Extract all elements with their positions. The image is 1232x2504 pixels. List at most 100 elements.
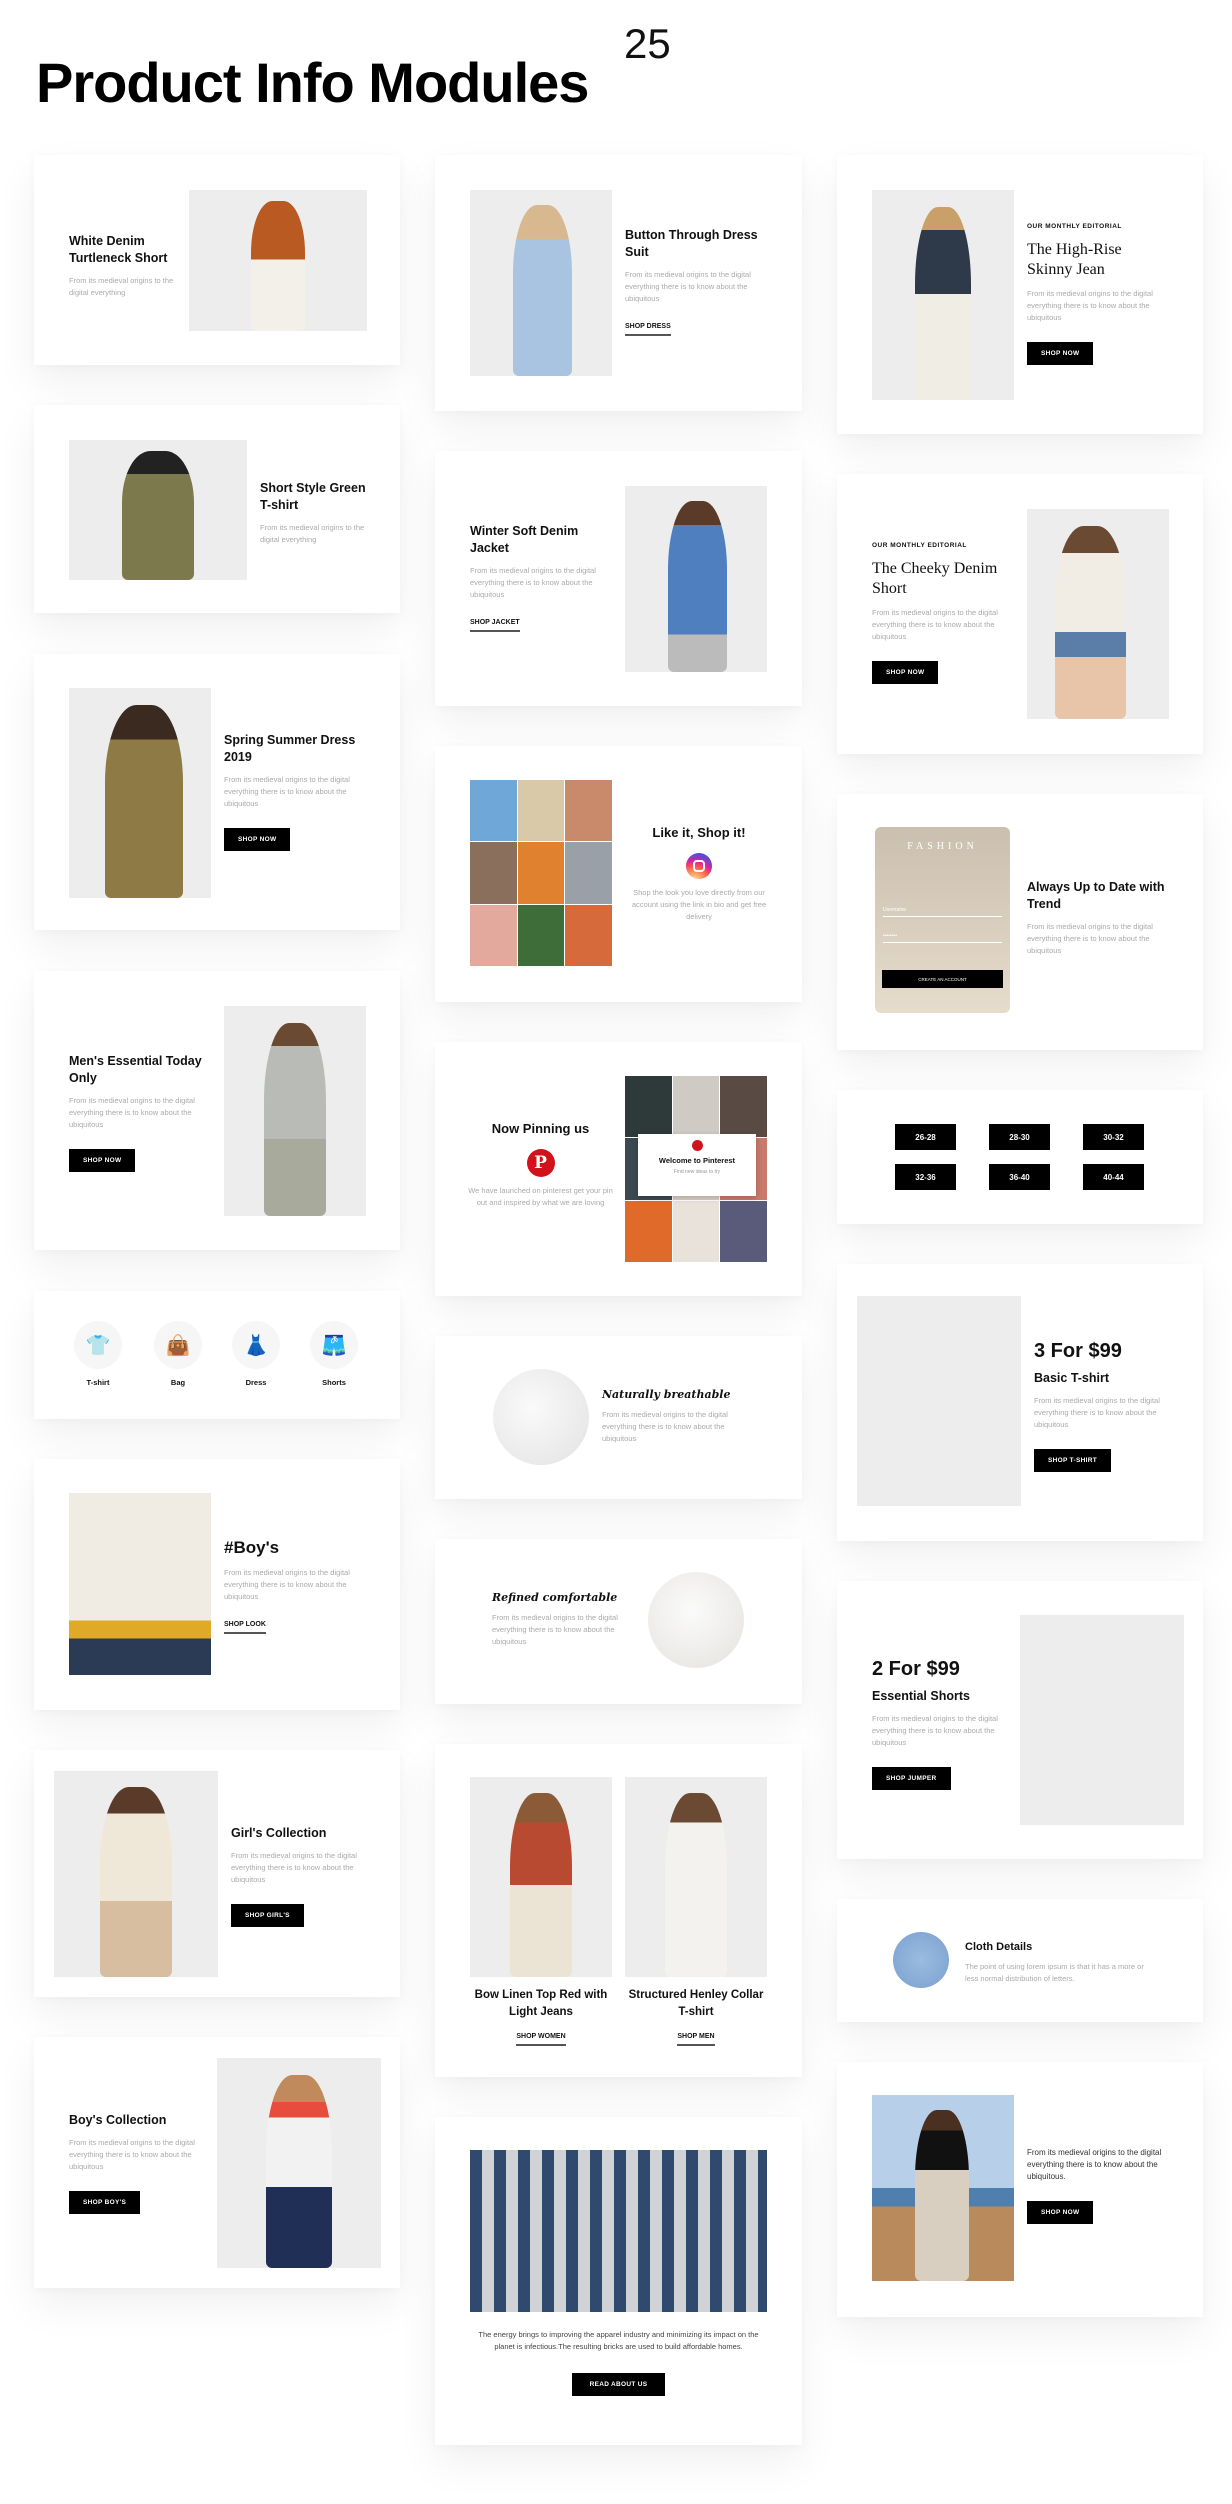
- size-option[interactable]: 26-28: [895, 1124, 956, 1150]
- product-image[interactable]: [224, 1006, 366, 1216]
- product-image[interactable]: [69, 1493, 211, 1675]
- price-headline: 2 For $99: [872, 1658, 960, 1680]
- card-title: Girl's Collection: [231, 1826, 327, 1840]
- product-image[interactable]: [625, 486, 767, 672]
- shop-dress-link[interactable]: SHOP DRESS: [625, 323, 671, 336]
- size-option[interactable]: 36-40: [989, 1164, 1050, 1190]
- card-desc: From its medieval origins to the digital…: [224, 775, 350, 808]
- card-denim-jacket: Winter Soft Denim Jacket From its mediev…: [435, 451, 802, 706]
- mock-create-account: CREATE AN ACCOUNT: [882, 970, 1003, 988]
- product-image[interactable]: [872, 190, 1014, 400]
- price-headline: 3 For $99: [1034, 1340, 1122, 1362]
- card-title: White Denim Turtleneck Short: [69, 234, 168, 265]
- card-green-tshirt: Short Style Green T-shirt From its medie…: [34, 405, 400, 613]
- card-desc: From its medieval origins to the digital…: [602, 1410, 728, 1443]
- product-image[interactable]: [54, 1771, 218, 1977]
- product-image[interactable]: [872, 2095, 1014, 2281]
- card-title: Naturally breathable: [602, 1388, 731, 1401]
- t-shirt-icon[interactable]: 👕: [74, 1321, 122, 1369]
- card-dual-products: Bow Linen Top Red with Light Jeans SHOP …: [435, 1744, 802, 2077]
- shop-now-button[interactable]: SHOP NOW: [1027, 342, 1094, 365]
- card-mens-essential: Men's Essential Today Only From its medi…: [34, 971, 400, 1250]
- mock-brand: FASHION: [907, 841, 978, 852]
- card-desc: We have launched on pinterest get your p…: [468, 1186, 613, 1207]
- card-title: Cloth Details: [965, 1941, 1033, 1953]
- category-label[interactable]: Shorts: [304, 1378, 364, 1387]
- shop-now-button[interactable]: SHOP NOW: [1027, 2201, 1094, 2224]
- product-image[interactable]: [69, 440, 247, 580]
- card-desc: From its medieval origins to the digital…: [231, 1851, 357, 1884]
- product-image[interactable]: [189, 190, 367, 331]
- card-button-dress: Button Through Dress Suit From its medie…: [435, 155, 802, 411]
- denim-swatch: [893, 1932, 949, 1988]
- card-desc: From its medieval origins to the digital…: [69, 2138, 195, 2171]
- product-image[interactable]: [857, 1296, 1021, 1506]
- popup-subtitle: Find new ideas to try: [673, 1169, 721, 1175]
- card-title: Men's Essential Today Only: [69, 1054, 202, 1085]
- card-white-denim: White Denim Turtleneck Short From its me…: [34, 155, 400, 365]
- dress-icon[interactable]: 👗: [232, 1321, 280, 1369]
- bag-icon[interactable]: 👜: [154, 1321, 202, 1369]
- card-title: Spring Summer Dress 2019: [224, 733, 356, 764]
- card-always-trend: FASHION Username •••••••• CREATE AN ACCO…: [837, 794, 1203, 1050]
- read-about-us-button[interactable]: READ ABOUT US: [571, 2373, 666, 2396]
- card-desc: From its medieval origins to the digital…: [625, 270, 751, 303]
- card-title: Essential Shorts: [872, 1689, 970, 1703]
- size-option[interactable]: 32-36: [895, 1164, 956, 1190]
- size-option[interactable]: 30-32: [1083, 1124, 1144, 1150]
- size-option[interactable]: 28-30: [989, 1124, 1050, 1150]
- card-desc: From its medieval origins to the digital…: [1027, 289, 1153, 322]
- product-image[interactable]: [1020, 1615, 1184, 1825]
- shop-look-link[interactable]: SHOP LOOK: [224, 1621, 266, 1634]
- module-count: 25: [624, 20, 671, 67]
- card-desc: From its medieval origins to the digital…: [1027, 922, 1153, 955]
- card-cloth-details: Cloth Details The point of using lorem i…: [837, 1899, 1203, 2022]
- fabric-image: [648, 1572, 744, 1668]
- shop-tshirt-button[interactable]: SHOP T-SHIRT: [1034, 1449, 1111, 1472]
- page-title: Product Info Modules: [36, 51, 589, 114]
- shop-jacket-link[interactable]: SHOP JACKET: [470, 619, 520, 632]
- card-girls-collection: Girl's Collection From its medieval orig…: [34, 1750, 400, 1997]
- popup-title: Welcome to Pinterest: [658, 1156, 736, 1165]
- card-desc: From its medieval origins to the digital…: [1034, 1396, 1160, 1429]
- fashion-app-mockup: FASHION Username •••••••• CREATE AN ACCO…: [875, 827, 1010, 1013]
- card-title: Like it, Shop it!: [652, 825, 746, 840]
- fabric-image: [493, 1369, 589, 1465]
- product-image[interactable]: [69, 688, 211, 898]
- category-label[interactable]: Bag: [148, 1378, 208, 1387]
- category-label[interactable]: Dress: [226, 1378, 286, 1387]
- shop-women-link[interactable]: SHOP WOMEN: [516, 2033, 566, 2046]
- product-title: Bow Linen Top Red with Light Jeans: [474, 1989, 608, 2018]
- card-title: #Boy's: [224, 1538, 280, 1557]
- card-instagram: Like it, Shop it! Shop the look you love…: [435, 746, 802, 1002]
- category-label[interactable]: T-shirt: [68, 1378, 128, 1387]
- card-desc: Shop the look you love directly from our…: [631, 888, 767, 921]
- eyebrow-label: OUR MONTHLY EDITORIAL: [1027, 223, 1122, 230]
- pinterest-icon[interactable]: P: [526, 1149, 555, 1177]
- product-image[interactable]: [217, 2058, 381, 2268]
- card-title: Basic T-shirt: [1034, 1371, 1110, 1385]
- shop-jumper-button[interactable]: SHOP JUMPER: [872, 1767, 951, 1790]
- instagram-icon[interactable]: [686, 853, 712, 879]
- card-title: Short Style Green T-shirt: [260, 481, 366, 512]
- card-desc: From its medieval origins to the digital…: [872, 608, 998, 641]
- instagram-collage[interactable]: [470, 780, 612, 966]
- product-image[interactable]: [1027, 509, 1169, 719]
- card-desc: From its medieval origins to the digital…: [260, 523, 365, 544]
- shorts-icon[interactable]: 🩳: [310, 1321, 358, 1369]
- about-text: The energy brings to improving the appar…: [478, 2330, 759, 2351]
- mock-password: ••••••••: [883, 933, 1002, 943]
- shop-now-button[interactable]: SHOP NOW: [69, 1149, 136, 1172]
- product-image[interactable]: [470, 1777, 612, 1977]
- product-image[interactable]: [625, 1777, 767, 1977]
- shop-girls-button[interactable]: SHOP GIRL'S: [231, 1904, 304, 1927]
- card-desc: From its medieval origins to the digital…: [470, 566, 596, 599]
- shop-men-link[interactable]: SHOP MEN: [677, 2033, 715, 2046]
- card-2-for-99: 2 For $99 Essential Shorts From its medi…: [837, 1581, 1203, 1859]
- size-option[interactable]: 40-44: [1083, 1164, 1144, 1190]
- shop-now-button[interactable]: SHOP NOW: [224, 828, 291, 851]
- product-image[interactable]: [470, 190, 612, 376]
- shop-boys-button[interactable]: SHOP BOY'S: [69, 2191, 141, 2214]
- shop-now-button[interactable]: SHOP NOW: [872, 661, 939, 684]
- card-desc: From its medieval origins to the digital…: [492, 1613, 618, 1646]
